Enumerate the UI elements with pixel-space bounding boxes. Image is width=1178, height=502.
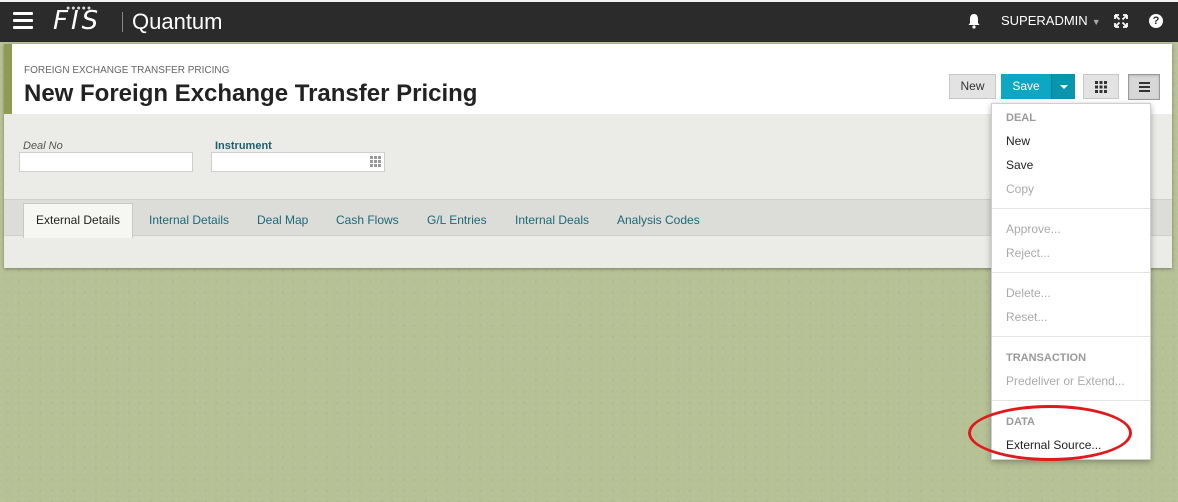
menu-separator: [992, 272, 1150, 273]
tab-cash-flows[interactable]: Cash Flows: [336, 213, 399, 227]
menu-icon: [1139, 82, 1150, 84]
caret-down-icon: [1060, 85, 1068, 89]
breadcrumb: FOREIGN EXCHANGE TRANSFER PRICING: [24, 65, 230, 76]
page-title: New Foreign Exchange Transfer Pricing: [24, 80, 478, 107]
fis-logo: FIS: [53, 6, 102, 36]
bell-icon[interactable]: [967, 13, 981, 29]
help-icon[interactable]: ?: [1149, 14, 1163, 28]
tab-internal-deals[interactable]: Internal Deals: [515, 213, 589, 227]
username: SUPERADMIN: [1001, 13, 1088, 28]
deal-no-label: Deal No: [23, 140, 63, 152]
hamburger-icon[interactable]: [13, 12, 33, 30]
tab-external-details[interactable]: External Details: [23, 203, 134, 238]
deal-no-input[interactable]: [19, 152, 193, 172]
menu-item-copy[interactable]: Copy: [1006, 182, 1034, 196]
menu-item-reset[interactable]: Reset...: [1006, 310, 1047, 324]
lookup-grid-icon[interactable]: [370, 156, 381, 167]
menu-separator: [992, 400, 1150, 401]
logo-divider: [122, 12, 123, 32]
menu-separator: [992, 208, 1150, 209]
instrument-label: Instrument: [215, 140, 272, 152]
actions-menu-button[interactable]: [1128, 74, 1160, 100]
instrument-input[interactable]: [211, 152, 385, 172]
menu-header-deal: DEAL: [1006, 112, 1036, 124]
menu-item-save[interactable]: Save: [1006, 158, 1033, 172]
panel-accent-bar: [4, 44, 12, 114]
highlight-annotation-ellipse: [968, 405, 1132, 461]
menu-item-predeliver[interactable]: Predeliver or Extend...: [1006, 374, 1125, 388]
new-button[interactable]: New: [949, 74, 996, 99]
menu-separator: [992, 336, 1150, 337]
menu-item-reject[interactable]: Reject...: [1006, 246, 1050, 260]
chevron-down-icon: ▼: [1091, 17, 1101, 27]
expand-icon[interactable]: [1114, 14, 1128, 28]
tab-gl-entries[interactable]: G/L Entries: [427, 213, 487, 227]
product-name: Quantum: [132, 9, 223, 34]
grid-icon: [1095, 81, 1107, 93]
tab-analysis-codes[interactable]: Analysis Codes: [617, 213, 700, 227]
user-menu[interactable]: SUPERADMIN ▼: [1001, 13, 1101, 28]
menu-item-delete[interactable]: Delete...: [1006, 286, 1051, 300]
menu-item-approve[interactable]: Approve...: [1006, 222, 1061, 236]
save-dropdown-button[interactable]: [1051, 74, 1075, 99]
menu-header-transaction: TRANSACTION: [1006, 352, 1087, 364]
tab-deal-map[interactable]: Deal Map: [257, 213, 308, 227]
grid-view-button[interactable]: [1083, 74, 1119, 99]
tab-internal-details[interactable]: Internal Details: [149, 213, 229, 227]
top-strip: [0, 0, 1178, 2]
top-navigation-bar: ●●●●● FIS Quantum SUPERADMIN ▼ ?: [0, 0, 1178, 42]
save-button[interactable]: Save: [1001, 74, 1051, 99]
menu-item-new[interactable]: New: [1006, 134, 1030, 148]
